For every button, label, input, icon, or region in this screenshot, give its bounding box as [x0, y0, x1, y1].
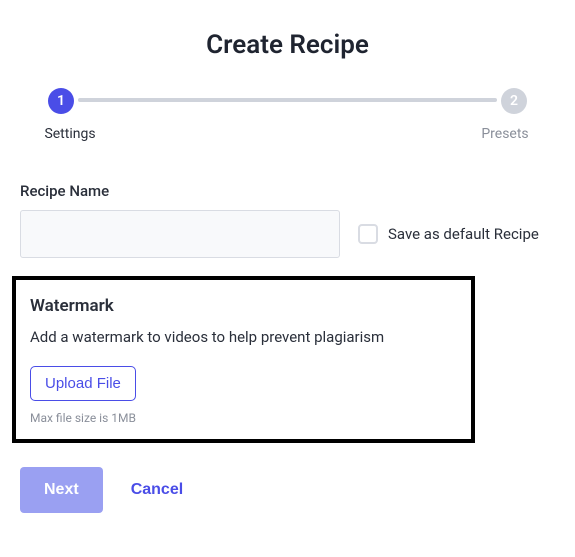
step-presets[interactable]: 2: [501, 88, 527, 114]
step-settings[interactable]: 1: [48, 88, 74, 114]
watermark-section: Watermark Add a watermark to videos to h…: [12, 276, 475, 443]
step-line: [78, 98, 497, 102]
page-title: Create Recipe: [20, 30, 555, 60]
step-2-circle: 2: [501, 88, 527, 114]
save-default-checkbox[interactable]: [358, 224, 378, 244]
cancel-button[interactable]: Cancel: [131, 481, 183, 499]
watermark-description: Add a watermark to videos to help preven…: [30, 328, 457, 346]
next-button[interactable]: Next: [20, 467, 103, 513]
upload-file-button[interactable]: Upload File: [30, 366, 136, 401]
recipe-name-label: Recipe Name: [20, 182, 555, 200]
step-2-label: Presets: [465, 126, 545, 142]
watermark-hint: Max file size is 1MB: [30, 411, 457, 425]
watermark-title: Watermark: [30, 296, 457, 316]
save-default-wrap[interactable]: Save as default Recipe: [358, 224, 539, 244]
actions: Next Cancel: [20, 467, 555, 513]
recipe-name-input[interactable]: [20, 210, 340, 258]
step-1-label: Settings: [30, 126, 110, 142]
save-default-label: Save as default Recipe: [388, 225, 539, 243]
step-1-circle: 1: [48, 88, 74, 114]
stepper: 1 2: [20, 88, 555, 114]
step-labels: Settings Presets: [20, 126, 555, 142]
